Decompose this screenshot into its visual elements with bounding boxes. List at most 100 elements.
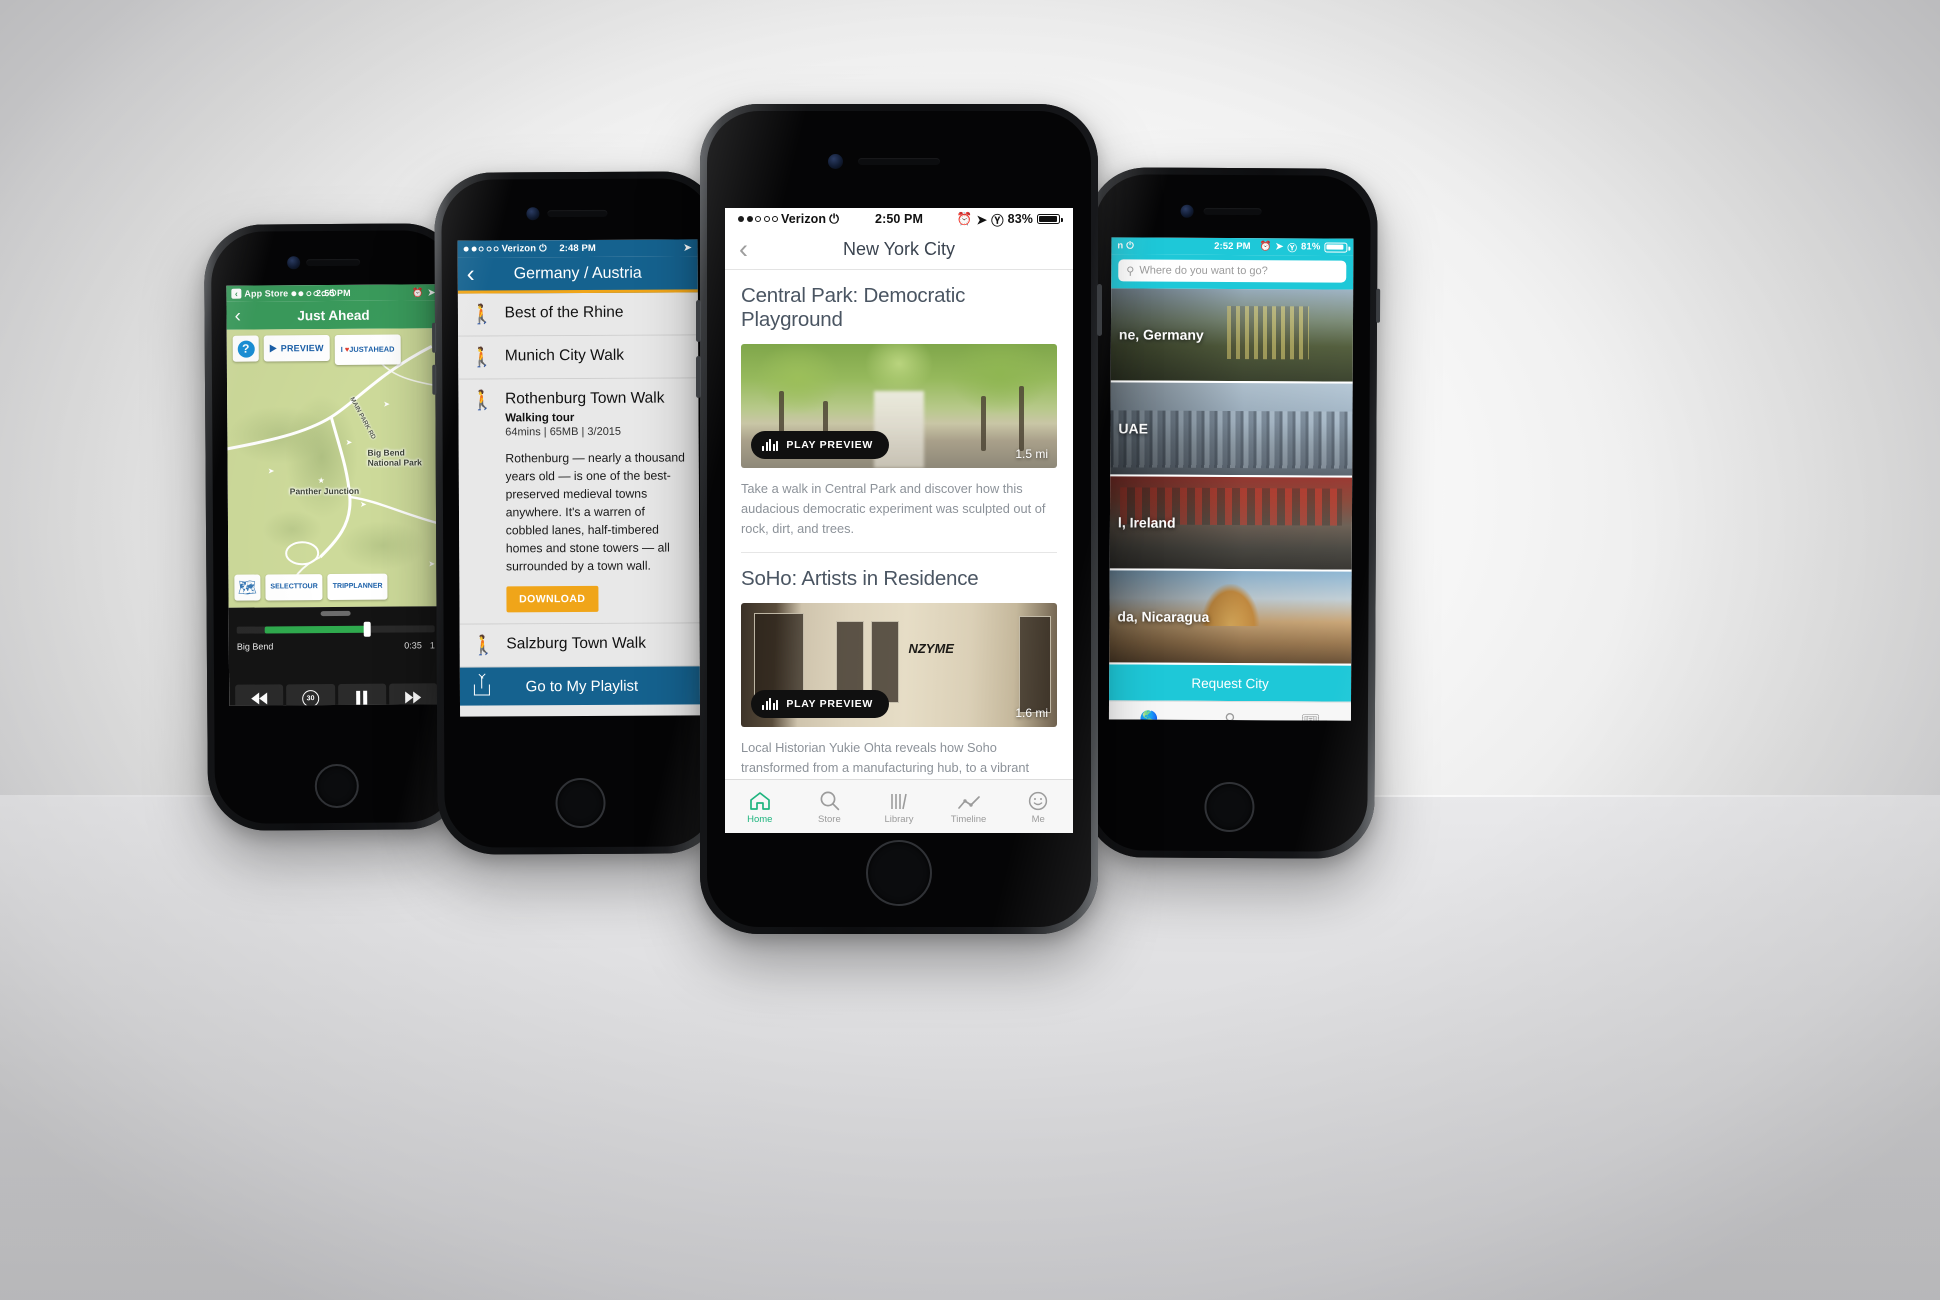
map-pin-icon[interactable]	[1043, 240, 1058, 260]
trip-planner-button[interactable]: TRIP PLANNER	[327, 573, 388, 601]
card-image[interactable]: NZYME PLAY PREVIEW 1.6 mi	[741, 603, 1057, 728]
phone-city-browser: n ⏻ 2:52 PM ⏰ ➤ Ⓨ 81% ⚲ Where do you wan…	[1084, 167, 1381, 859]
tab-library[interactable]: Library	[864, 780, 934, 833]
pause-button[interactable]	[337, 683, 387, 706]
volume-up-button[interactable]	[432, 322, 437, 353]
progress-slider[interactable]	[236, 621, 435, 637]
map-pin-tour[interactable]: ➤	[379, 397, 394, 417]
city-row[interactable]: da, Nicaragua	[1109, 570, 1352, 666]
map-pin-tour[interactable]: ➤	[264, 463, 279, 483]
help-button[interactable]: ?	[232, 335, 259, 362]
phone2-screen: Verizon ⏻ 2:48 PM ➤ ‹ Germany / Austria …	[457, 239, 701, 717]
phone1-status-bar: ‹ App Store ⏻ 2:55 PM ⏰ ➤	[226, 284, 441, 302]
volume-up-button[interactable]	[696, 300, 701, 342]
phone4-clock: 2:52 PM	[1214, 240, 1251, 253]
phone2-clock: 2:48 PM	[559, 242, 596, 255]
city-row[interactable]: l, Ireland	[1109, 476, 1353, 572]
tour-card-soho[interactable]: SoHo: Artists in Residence NZYME PLAY PR…	[725, 553, 1073, 797]
rewind-button[interactable]	[235, 684, 284, 706]
tab-places[interactable]: ⚲ Places	[1189, 702, 1270, 721]
tour-name: Salzburg Town Walk	[506, 634, 646, 653]
drag-handle[interactable]	[320, 610, 351, 617]
tab-my-trips[interactable]: 🎟 My Trips	[1270, 702, 1351, 720]
carrier-label: Verizon	[501, 243, 537, 255]
transport-controls: 30	[235, 683, 438, 706]
app-store-icon: ‹	[231, 288, 242, 299]
tab-me-label: Me	[1031, 813, 1045, 825]
city-row[interactable]: UAE	[1110, 382, 1353, 478]
power-button[interactable]	[1375, 288, 1381, 323]
map-pin-tour[interactable]: ➤	[341, 435, 356, 455]
home-icon	[749, 789, 771, 811]
tour-row[interactable]: 🚶 Munich City Walk	[458, 335, 699, 380]
map-pin-tour[interactable]: ➤	[356, 497, 371, 517]
back-button[interactable]: ‹	[739, 236, 748, 263]
earpiece-speaker	[858, 158, 940, 165]
tab-me[interactable]: Me	[1003, 780, 1073, 833]
tab-store-label: Store	[818, 813, 841, 825]
progress-knob[interactable]	[363, 621, 371, 637]
earpiece-speaker	[306, 258, 361, 267]
map-canvas[interactable]: ? PREVIEW I ♥ JUST AHEAD ➤ ➤ ➤ ★ ➤ ➤ Big…	[226, 328, 443, 608]
search-placeholder: Where do you want to go?	[1139, 264, 1268, 278]
pause-icon	[356, 690, 368, 705]
tour-row[interactable]: 🚶 Salzburg Town Walk	[459, 623, 700, 668]
city-name: UAE	[1118, 420, 1149, 437]
search-input[interactable]: ⚲ Where do you want to go?	[1118, 259, 1347, 283]
select-tour-line2: TOUR	[298, 583, 318, 591]
app-store-back-chip[interactable]: ‹ App Store	[231, 288, 288, 299]
earpiece-speaker	[1203, 207, 1262, 216]
progress-fill	[264, 625, 368, 634]
remaining-time: 1	[429, 640, 435, 651]
share-icon	[473, 677, 490, 696]
select-tour-button[interactable]: SELECT TOUR	[265, 574, 323, 601]
search-icon	[819, 789, 840, 811]
phone4-tab-bar: 🌎 Map ⚲ Places 🎟 My Trips	[1108, 700, 1352, 721]
phone2-nav-bar: ‹ Germany / Austria	[457, 256, 698, 294]
carrier-label: n	[1117, 240, 1124, 252]
phone4-status-bar: n ⏻ 2:52 PM ⏰ ➤ Ⓨ 81%	[1111, 237, 1354, 256]
bluetooth-icon: Ⓨ	[991, 213, 1004, 228]
home-button[interactable]	[866, 840, 932, 906]
volume-down-button[interactable]	[432, 364, 437, 395]
go-to-playlist-bar[interactable]: Go to My Playlist	[459, 666, 701, 706]
bluetooth-icon: Ⓨ	[1287, 242, 1298, 254]
just-label: JUST	[349, 344, 369, 354]
search-icon: ⚲	[1126, 264, 1135, 277]
battery-percent: 83%	[1007, 212, 1033, 226]
wifi-icon: ⏻	[829, 211, 840, 226]
home-button[interactable]	[1204, 781, 1255, 833]
home-button[interactable]	[555, 777, 606, 829]
tour-card-central-park[interactable]: Central Park: Democratic Playground PLAY…	[725, 270, 1073, 538]
battery-icon	[1324, 241, 1348, 253]
map-layers-button[interactable]: 🗺	[234, 574, 261, 601]
front-camera	[1180, 204, 1194, 218]
alarm-icon: ⏰	[412, 286, 424, 297]
forward-button[interactable]	[388, 683, 438, 706]
tab-home[interactable]: Home	[725, 780, 795, 833]
tab-timeline[interactable]: Timeline	[934, 780, 1004, 833]
skip-back-30-button[interactable]: 30	[286, 684, 335, 706]
play-preview-button[interactable]: PLAY PREVIEW	[751, 690, 889, 719]
city-row[interactable]: ne, Germany	[1110, 288, 1354, 384]
i-love-just-ahead-button[interactable]: I ♥ JUST AHEAD	[334, 334, 401, 365]
tour-row[interactable]: 🚶 Best of the Rhine	[457, 292, 699, 337]
home-button[interactable]	[314, 763, 359, 809]
signal-dots	[738, 216, 778, 222]
download-button[interactable]: DOWNLOAD	[506, 586, 599, 613]
card-image[interactable]: PLAY PREVIEW 1.5 mi	[741, 344, 1057, 468]
tab-store[interactable]: Store	[795, 780, 865, 833]
request-city-button[interactable]: Request City	[1109, 664, 1352, 702]
preview-button[interactable]: PREVIEW	[263, 335, 330, 362]
tab-map[interactable]: 🌎 Map	[1109, 701, 1190, 721]
tour-row-expanded[interactable]: 🚶 Rothenburg Town Walk Walking tour 64mi…	[458, 378, 700, 625]
volume-down-button[interactable]	[696, 356, 701, 398]
walking-icon: 🚶	[469, 304, 494, 326]
back-button[interactable]: ‹	[234, 305, 240, 326]
tour-description: Rothenburg — nearly a thousand years old…	[505, 450, 685, 574]
play-preview-button[interactable]: PLAY PREVIEW	[751, 431, 889, 459]
phone3-tab-bar: Home Store Library Timeline Me	[725, 779, 1073, 833]
back-button[interactable]: ‹	[467, 260, 475, 287]
power-button[interactable]	[1097, 284, 1102, 336]
play-triangle-icon	[269, 344, 277, 353]
